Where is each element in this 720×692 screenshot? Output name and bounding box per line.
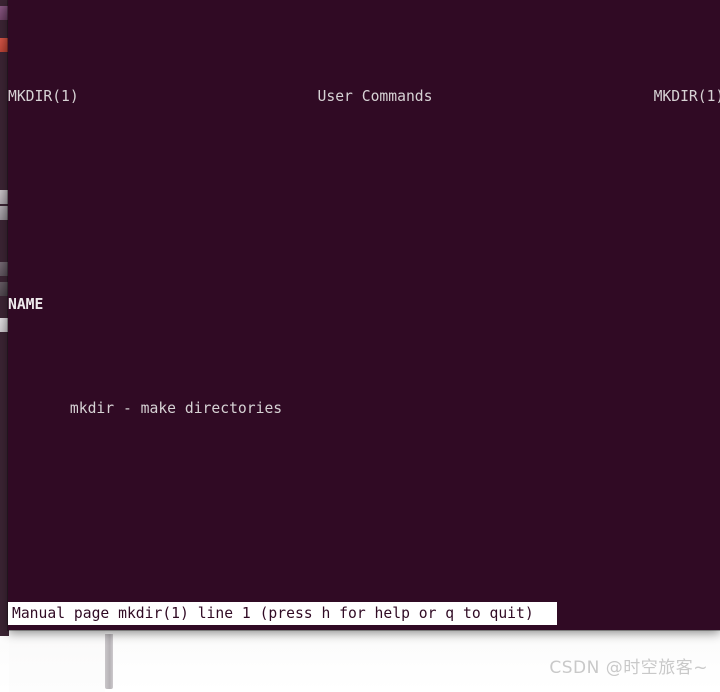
man-name-body: mkdir - make directories <box>8 396 720 422</box>
man-header-right: MKDIR(1) <box>653 88 720 105</box>
terminal-window[interactable]: MKDIR(1) User Commands MKDIR(1) NAME mkd… <box>8 0 720 630</box>
desktop-background: MKDIR(1) User Commands MKDIR(1) NAME mkd… <box>0 0 720 692</box>
name-body-text: mkdir - make directories <box>69 400 283 417</box>
man-page-content: MKDIR(1) User Commands MKDIR(1) NAME mkd… <box>8 0 720 630</box>
man-blank-3 <box>8 578 720 604</box>
man-header-gap-2 <box>432 88 653 105</box>
man-blank-1 <box>8 188 720 214</box>
man-header-line: MKDIR(1) User Commands MKDIR(1) <box>8 84 720 110</box>
man-header-left: MKDIR(1) <box>8 88 79 105</box>
csdn-watermark: CSDN @时空旅客~ <box>549 658 708 678</box>
desktop-scrollbar-sliver[interactable] <box>105 634 113 689</box>
man-header-gap-1 <box>79 88 318 105</box>
man-blank-2 <box>8 500 720 526</box>
man-header-center: User Commands <box>317 88 433 105</box>
man-section-name-heading: NAME <box>8 292 720 318</box>
name-heading-text: NAME <box>8 296 44 313</box>
less-status-line[interactable]: Manual page mkdir(1) line 1 (press h for… <box>8 602 557 625</box>
